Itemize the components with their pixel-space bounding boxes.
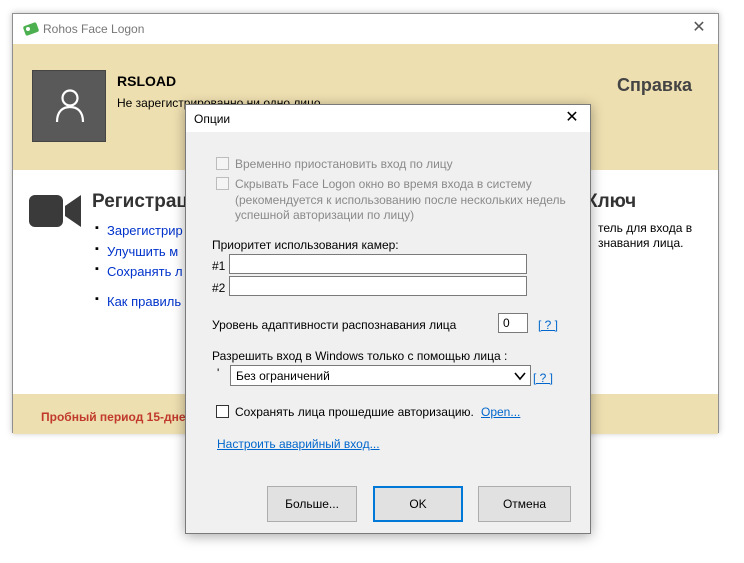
save-faces-open-link[interactable]: Open... [481,405,520,419]
camera-priority-label: Приоритет использования камер: [212,238,399,252]
more-button[interactable]: Больше... [267,486,357,522]
app-icon [23,22,39,36]
main-close-button[interactable]: ✕ [690,19,708,37]
emergency-login-link[interactable]: Настроить аварийный вход... [217,437,380,451]
chevron-down-icon [514,372,526,381]
suspend-checkbox[interactable] [216,157,229,170]
avatar [32,70,106,142]
user-name: RSLOAD [117,73,177,89]
save-faces-label: Сохранять лица прошедшие авторизацию. [235,405,474,419]
key-description-line1: тель для входа в [598,221,693,235]
user-icon [55,89,85,123]
face-only-bullet: ' [217,366,220,380]
hide-window-note-line1: (рекомендуется к использованию после нес… [235,193,566,207]
save-link[interactable]: Сохранять л [95,263,183,279]
registration-heading: Регистрац [92,191,189,212]
save-faces-checkbox[interactable] [216,405,229,418]
face-only-help-link[interactable]: [ ? ] [533,371,553,385]
camera1-input[interactable] [229,254,527,274]
cancel-button[interactable]: Отмена [478,486,571,522]
help-link[interactable]: Справка [617,75,692,96]
camera-icon [29,195,81,227]
how-to-link[interactable]: Как правиль [95,293,181,309]
improve-link[interactable]: Улучшить м [95,243,178,259]
adaptivity-input[interactable]: 0 [498,313,528,333]
hide-window-label: Скрывать Face Logon окно во время входа … [235,177,532,191]
key-heading: Ключ [586,191,637,212]
face-only-select[interactable]: Без ограничений [230,365,531,386]
hide-window-note-line2: успешной авторизации по лицу) [235,208,415,222]
hide-window-checkbox[interactable] [216,177,229,190]
close-icon: ✕ [692,19,706,36]
options-dialog: Опции ✕ Временно приостановить вход по л… [185,104,591,534]
dialog-title: Опции [194,112,231,126]
main-titlebar[interactable]: Rohos Face Logon ✕ [13,14,718,44]
key-description: тель для входа в знавания лица. [598,221,713,251]
close-icon: ✕ [565,109,579,126]
camera1-label: #1 [212,259,226,273]
register-face-link[interactable]: Зарегистрир [95,222,183,238]
camera2-label: #2 [212,281,226,295]
trial-text: Пробный период 15-днев [41,410,193,424]
face-only-label: Разрешить вход в Windows только с помощь… [212,349,508,363]
adaptivity-label: Уровень адаптивности распознавания лица [212,318,457,332]
dialog-titlebar[interactable]: Опции ✕ [186,105,590,132]
adaptivity-help-link[interactable]: [ ? ] [538,318,558,332]
suspend-label: Временно приостановить вход по лицу [235,157,453,171]
camera2-input[interactable] [229,276,527,296]
ok-button[interactable]: OK [373,486,463,522]
dialog-close-button[interactable]: ✕ [562,108,582,128]
key-description-line2: знавания лица. [598,236,684,250]
face-only-select-value: Без ограничений [236,369,330,383]
main-window-title: Rohos Face Logon [43,22,145,36]
